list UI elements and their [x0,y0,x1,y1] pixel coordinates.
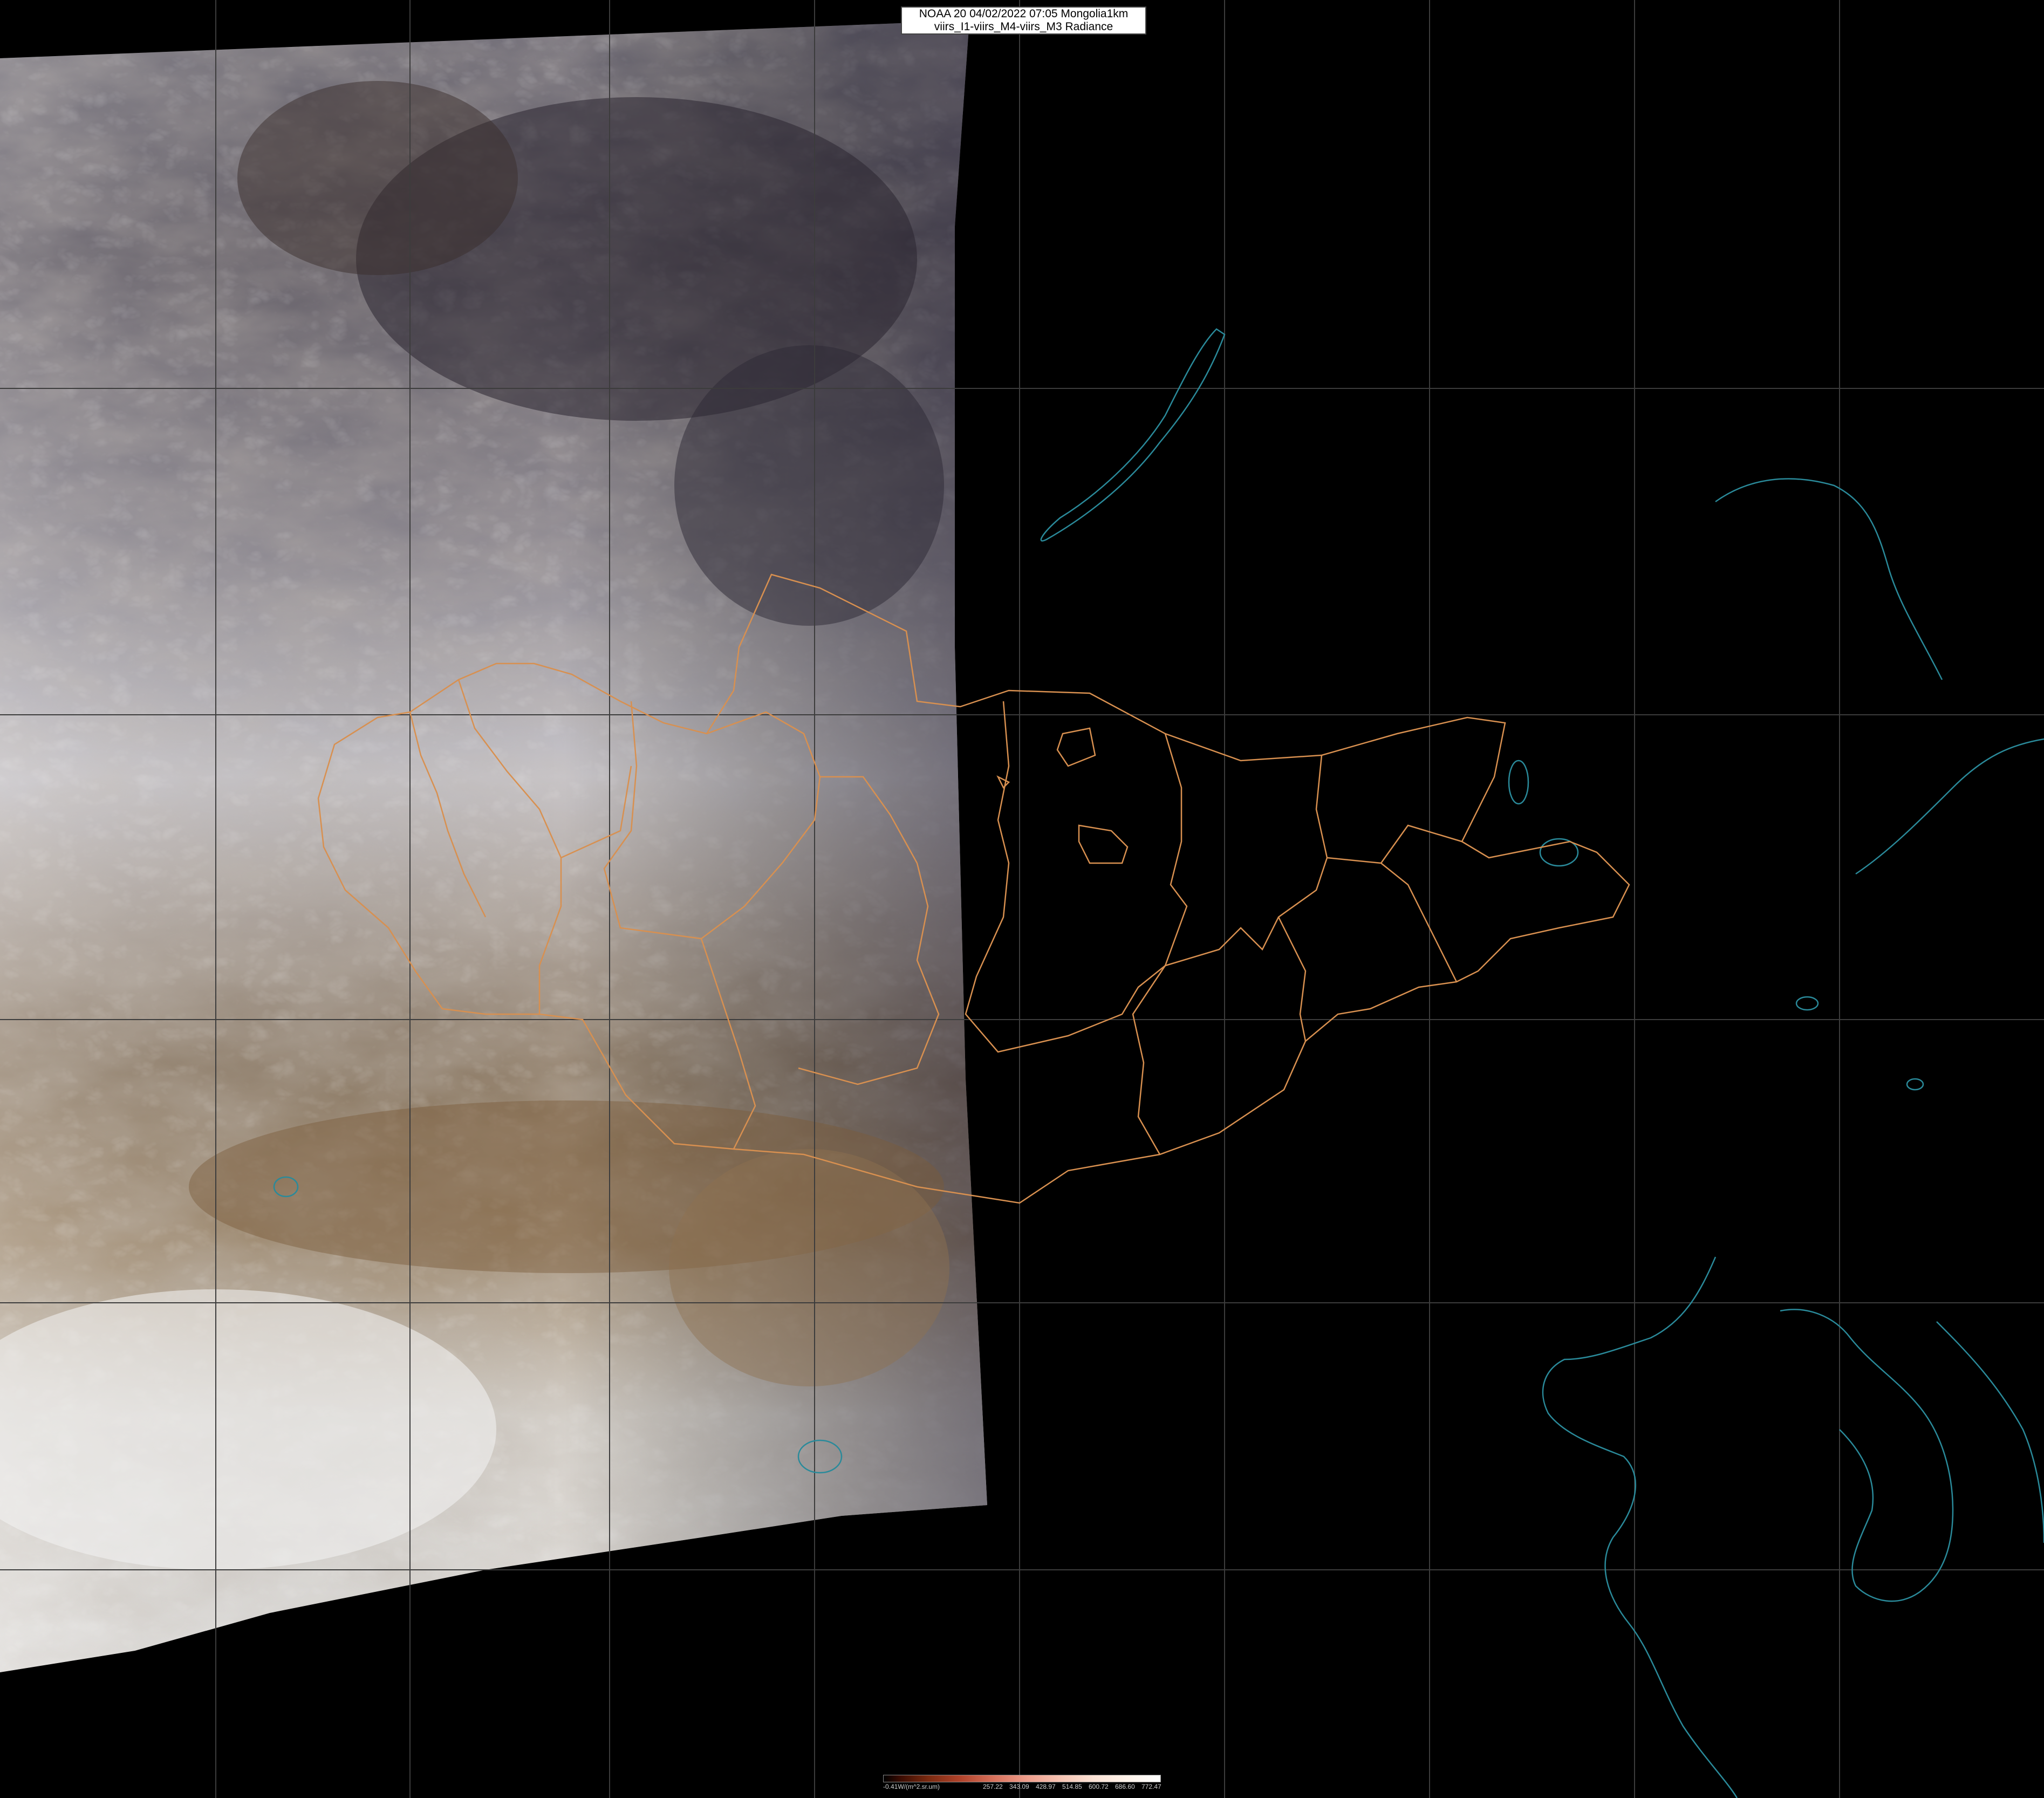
colorbar: -0.41W/(m^2.sr.um) 257.22 343.09 428.97 … [883,1775,1161,1794]
colorbar-tick: 600.72 [1089,1783,1109,1790]
colorbar-tick: 343.09 [1009,1783,1029,1790]
colorbar-tick: 686.60 [1115,1783,1135,1790]
colorbar-tick: 772.47 [1141,1783,1161,1790]
colorbar-unit-label: -0.41W/(m^2.sr.um) [883,1783,940,1790]
colorbar-tick: 428.97 [1036,1783,1056,1790]
colorbar-tick: 257.22 [983,1783,1003,1790]
colorbar-labels: -0.41W/(m^2.sr.um) 257.22 343.09 428.97 … [883,1783,1161,1793]
title-box: NOAA 20 04/02/2022 07:05 Mongolia1km vii… [901,6,1146,35]
colorbar-gradient [883,1775,1161,1782]
title-line-1: NOAA 20 04/02/2022 07:05 Mongolia1km [919,8,1129,20]
title-line-2: viirs_I1-viirs_M4-viirs_M3 Radiance [934,20,1113,33]
satellite-swath [0,20,987,1672]
satellite-map [0,0,2044,1798]
colorbar-tick: 514.85 [1062,1783,1082,1790]
